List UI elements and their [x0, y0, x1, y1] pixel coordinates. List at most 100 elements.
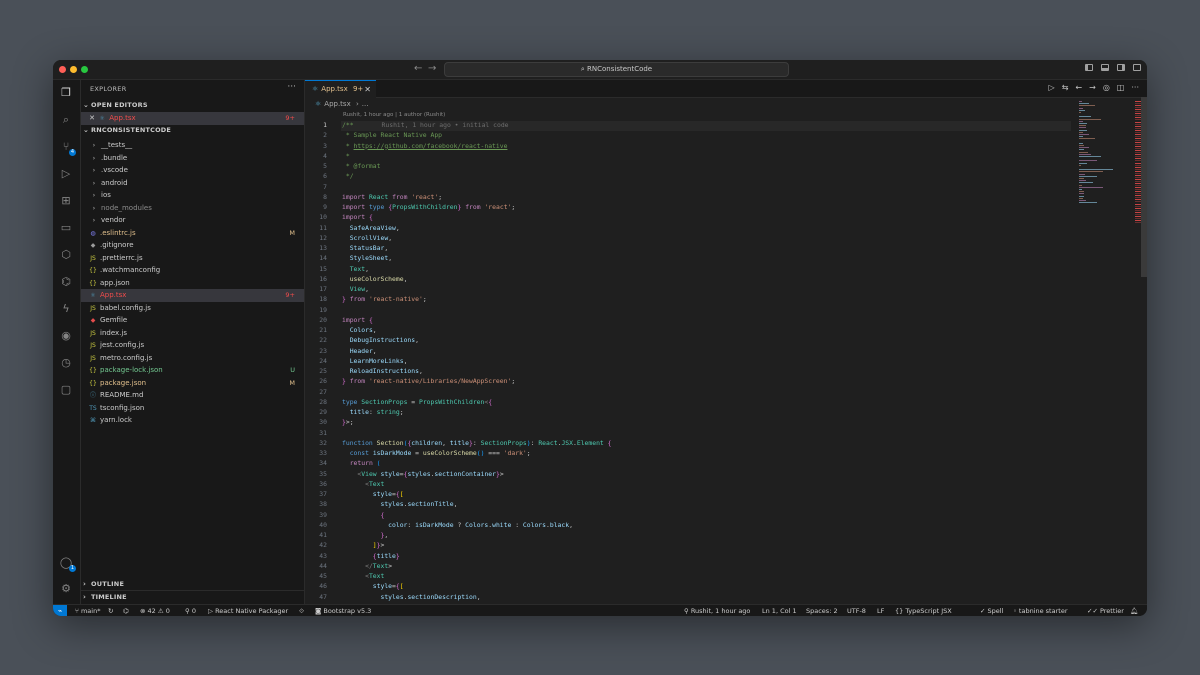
outline-header[interactable]: › OUTLINE: [83, 580, 124, 588]
code-line[interactable]: import type {PropsWithChildren} from 're…: [342, 203, 515, 211]
indentation[interactable]: Spaces: 2: [806, 605, 838, 616]
minimize-window-button[interactable]: [70, 66, 77, 73]
toggle-secondary-sidebar-icon[interactable]: [1117, 64, 1125, 71]
code-line[interactable]: ScrollView,: [342, 234, 392, 242]
command-center-search[interactable]: ⌕ RNConsistentCode: [444, 62, 789, 77]
code-line[interactable]: *: [342, 152, 350, 160]
code-line[interactable]: return (: [342, 459, 381, 467]
code-line[interactable]: import React from 'react';: [342, 193, 442, 201]
code-line[interactable]: const isDarkMode = useColorScheme() === …: [342, 449, 531, 457]
code-line[interactable]: import {: [342, 316, 373, 324]
more-actions-icon[interactable]: ···: [287, 82, 296, 92]
search-icon[interactable]: ⌕: [59, 113, 73, 127]
blame-status[interactable]: ⚲ Rushit, 1 hour ago: [684, 605, 750, 616]
project-header[interactable]: ⌄ RNCONSISTENTCODE: [83, 126, 171, 134]
code-line[interactable]: </Text>: [342, 562, 392, 570]
split-editor-icon[interactable]: ◫: [1117, 83, 1125, 92]
code-line[interactable]: <View style={styles.sectionContainer}>: [342, 470, 503, 478]
code-line[interactable]: * https://github.com/facebook/react-nati…: [342, 142, 508, 150]
timeline-icon[interactable]: ◷: [59, 356, 73, 370]
code-line[interactable]: {title}: [342, 552, 400, 560]
account-icon[interactable]: ◯ 1: [59, 556, 76, 572]
timeline-header[interactable]: › TIMELINE: [83, 593, 127, 601]
code-line[interactable]: },: [342, 531, 388, 539]
gitlens-icon[interactable]: ⌬: [59, 275, 73, 289]
encoding[interactable]: UTF-8: [847, 605, 866, 616]
remote-explorer-icon[interactable]: ▭: [59, 221, 73, 235]
code-line[interactable]: /** Rushit, 1 hour ago • initial code: [342, 121, 509, 129]
code-line[interactable]: ]}>: [342, 541, 385, 549]
gitlens-commit-icon[interactable]: ◎: [1103, 83, 1110, 92]
go-forward-icon[interactable]: →: [1089, 83, 1096, 92]
compare-icon[interactable]: ⇆: [1062, 83, 1069, 92]
customize-layout-icon[interactable]: [1133, 64, 1141, 71]
close-window-button[interactable]: [59, 66, 66, 73]
code-line[interactable]: }>;: [342, 418, 354, 426]
code-line[interactable]: color: isDarkMode ? Colors.white : Color…: [342, 521, 573, 529]
code-line[interactable]: function Section({children, title}: Sect…: [342, 439, 612, 447]
sync-icon[interactable]: ↻: [108, 605, 113, 616]
tree-item[interactable]: JS index.js: [81, 327, 304, 340]
tree-item[interactable]: JS babel.config.js: [81, 302, 304, 315]
extensions-icon[interactable]: ⊞: [59, 194, 73, 208]
code-line[interactable]: } from 'react-native/Libraries/NewAppScr…: [342, 377, 515, 385]
tree-item[interactable]: › .bundle: [81, 152, 304, 165]
problems-status[interactable]: ⊗ 42 ⚠ 0: [140, 605, 170, 616]
github-icon[interactable]: ◉: [59, 329, 73, 343]
notifications-icon[interactable]: 🔔︎: [1130, 605, 1138, 616]
code-line[interactable]: useColorScheme,: [342, 275, 408, 283]
code-line[interactable]: * @format: [342, 162, 381, 170]
tree-item[interactable]: ◆ Gemfile: [81, 314, 304, 327]
tab-app-tsx[interactable]: ⚛ App.tsx 9+ ✕: [305, 80, 376, 98]
code-line[interactable]: style={[: [342, 582, 404, 590]
code-line[interactable]: <Text: [342, 480, 384, 488]
explorer-icon[interactable]: ❐: [59, 86, 73, 100]
code-line[interactable]: LearnMoreLinks,: [342, 357, 408, 365]
code-line[interactable]: Header,: [342, 347, 377, 355]
live-share-icon[interactable]: ⟐: [299, 605, 304, 616]
code-line[interactable]: styles.sectionDescription,: [342, 593, 480, 601]
code-line[interactable]: type SectionProps = PropsWithChildren<{: [342, 398, 492, 406]
tree-item[interactable]: ◆ .gitignore: [81, 239, 304, 252]
more-actions-icon[interactable]: ···: [1131, 83, 1139, 92]
code-line[interactable]: style={[: [342, 490, 404, 498]
code-line[interactable]: SafeAreaView,: [342, 224, 400, 232]
remote-indicator[interactable]: ⌁: [53, 605, 67, 616]
inline-blame[interactable]: Rushit, 1 hour ago • initial code: [382, 121, 509, 129]
back-arrow-icon[interactable]: ←: [414, 63, 422, 74]
code-line[interactable]: Text,: [342, 265, 369, 273]
tree-item[interactable]: › ios: [81, 189, 304, 202]
bootstrap-status[interactable]: ◙ Bootstrap v5.3: [315, 605, 371, 616]
code-line[interactable]: <Text: [342, 572, 384, 580]
tree-item[interactable]: › node_modules: [81, 202, 304, 215]
tree-item[interactable]: JS .prettierrc.js: [81, 252, 304, 265]
code-line[interactable]: * Sample React Native App: [342, 131, 442, 139]
language-mode[interactable]: {} TypeScript JSX: [895, 605, 952, 616]
prettier-status[interactable]: ✓✓ Prettier: [1087, 605, 1124, 616]
forward-arrow-icon[interactable]: →: [428, 63, 436, 74]
code-line[interactable]: import {: [342, 213, 373, 221]
code-line[interactable]: {: [342, 511, 384, 519]
tree-item[interactable]: › android: [81, 177, 304, 190]
tree-item[interactable]: JS jest.config.js: [81, 339, 304, 352]
testing-icon[interactable]: ⬡: [59, 248, 73, 262]
tree-item[interactable]: › .vscode: [81, 164, 304, 177]
go-back-icon[interactable]: ←: [1075, 83, 1082, 92]
close-tab-icon[interactable]: ✕: [364, 81, 371, 98]
lightning-icon[interactable]: ϟ: [59, 302, 73, 316]
gitlens-blame-header[interactable]: Rushit, 1 hour ago | 1 author (Rushit): [343, 112, 445, 118]
tree-item[interactable]: › vendor: [81, 214, 304, 227]
minimap[interactable]: [1075, 97, 1147, 604]
tree-item[interactable]: {} package.json M: [81, 377, 304, 390]
code-line[interactable]: StyleSheet,: [342, 254, 392, 262]
end-of-line[interactable]: LF: [877, 605, 884, 616]
tree-item[interactable]: ⓘ README.md: [81, 389, 304, 402]
tree-item[interactable]: ⌘ yarn.lock: [81, 414, 304, 427]
task-status[interactable]: ▷ React Native Packager: [208, 605, 288, 616]
code-line[interactable]: StatusBar,: [342, 244, 389, 252]
tree-item[interactable]: {} .watchmanconfig: [81, 264, 304, 277]
tree-item[interactable]: {} app.json: [81, 277, 304, 290]
toggle-panel-icon[interactable]: [1101, 64, 1109, 71]
ports-status[interactable]: ⚲ 0: [185, 605, 196, 616]
tree-item[interactable]: JS metro.config.js: [81, 352, 304, 365]
